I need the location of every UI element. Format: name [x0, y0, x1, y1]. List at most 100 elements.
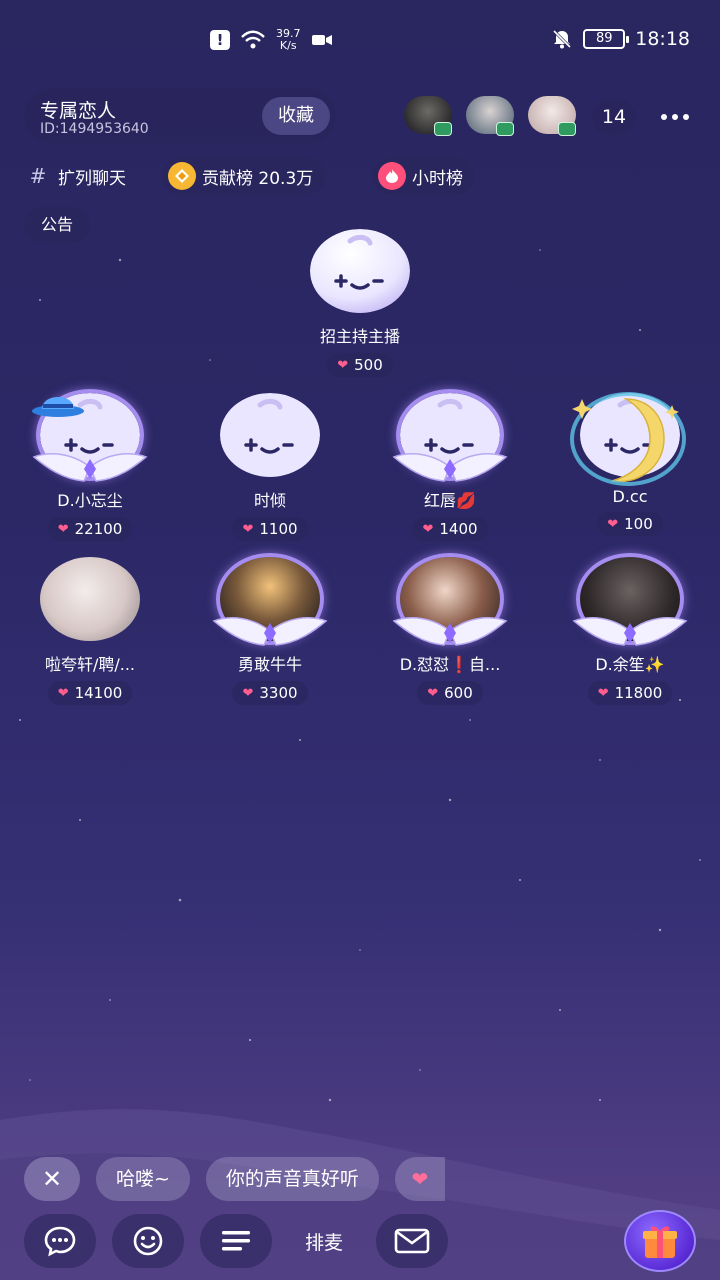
viewer-avatar[interactable] — [528, 96, 576, 136]
more-options-icon[interactable] — [650, 100, 700, 134]
mic-seat-8[interactable]: D.余笙✨ ❤ 11800 — [545, 553, 715, 705]
seat-score: ❤ 11800 — [587, 681, 673, 705]
seat-score: ❤ 1400 — [412, 517, 488, 541]
emoji-icon[interactable] — [112, 1214, 184, 1268]
seat-name: 勇敢牛牛 — [237, 655, 302, 674]
seat-score: ❤ 22100 — [47, 517, 133, 541]
favorite-button[interactable]: 收藏 — [262, 97, 330, 135]
battery-icon: 89 — [583, 29, 630, 49]
seat-score: ❤ 600 — [417, 681, 483, 705]
top-hat-icon — [32, 397, 84, 417]
mail-icon[interactable] — [376, 1214, 448, 1268]
online-count[interactable]: 14 — [592, 99, 636, 135]
heart-icon: ❤ — [607, 516, 619, 532]
mute-bell-icon — [553, 29, 572, 49]
mic-seat-2[interactable]: 时倾 ❤ 1100 — [185, 393, 355, 541]
seat-name: 红唇💋 — [424, 491, 476, 510]
quick-reply-bar: ✕ 哈喽~ 你的声音真好听 ❤ — [24, 1157, 445, 1201]
alert-icon: ! — [210, 30, 230, 50]
room-tag[interactable]: # 扩列聊天 — [24, 157, 138, 195]
seat-score-value: 14100 — [74, 684, 123, 702]
seat-avatar-frame — [212, 553, 328, 647]
heart-icon: ❤ — [57, 685, 69, 701]
seat-name: 招主持主播 — [319, 327, 400, 346]
diamond-icon — [168, 162, 196, 190]
contribution-rank-button[interactable]: 贡献榜 20.3万 — [162, 157, 326, 195]
mic-seat-1[interactable]: D.小忘尘 ❤ 22100 — [5, 389, 175, 541]
quick-reply-hello[interactable]: 哈喽~ — [96, 1157, 190, 1201]
mic-seat-3[interactable]: 红唇💋 ❤ 1400 — [365, 389, 535, 541]
seat-avatar-frame — [308, 229, 412, 319]
status-center: ! 39.7 K/s — [210, 28, 333, 52]
seat-score-value: 600 — [444, 684, 473, 702]
bottom-toolbar: 排麦 — [24, 1210, 696, 1272]
viewer-avatar[interactable] — [466, 96, 514, 136]
seat-avatar-frame — [392, 389, 508, 483]
empty-seat-mascot-icon — [220, 393, 320, 477]
seat-name: D.余笙✨ — [595, 655, 665, 674]
status-bar: ! 39.7 K/s 89 18:18 — [0, 0, 720, 86]
host-seat[interactable]: 招主持主播 ❤ 500 — [275, 229, 445, 377]
status-right: 89 18:18 — [551, 28, 690, 50]
net-speed-unit: K/s — [279, 39, 297, 52]
seat-avatar-frame — [572, 553, 688, 647]
seat-avatar-frame — [392, 553, 508, 647]
battery-level: 89 — [595, 31, 613, 46]
mic-seat-5[interactable]: 啦夸轩/聘/... ❤ 14100 — [5, 557, 175, 705]
chat-bubble-icon[interactable] — [24, 1214, 96, 1268]
level-badge-icon — [496, 122, 514, 136]
wifi-icon — [241, 30, 265, 49]
heart-icon: ❤ — [337, 357, 349, 373]
room-id: ID:1494953640 — [40, 121, 149, 137]
flame-icon — [378, 162, 406, 190]
quick-reply-nice-voice[interactable]: 你的声音真好听 — [205, 1157, 379, 1201]
room-info[interactable]: 专属恋人 ID:1494953640 收藏 — [24, 88, 336, 144]
seat-score-value: 11800 — [614, 684, 663, 702]
heart-icon: ❤ — [57, 521, 69, 537]
seat-score: ❤ 500 — [327, 353, 393, 377]
online-viewers[interactable] — [404, 96, 576, 136]
hashtag-icon: # — [29, 164, 47, 188]
viewer-avatar[interactable] — [404, 96, 452, 136]
seat-score-value: 1100 — [259, 520, 298, 538]
seat-score: ❤ 14100 — [47, 681, 133, 705]
room-tag-label: 扩列聊天 — [58, 168, 126, 189]
seat-avatar-frame — [570, 392, 686, 486]
hourly-rank-button[interactable]: 小时榜 — [372, 157, 475, 195]
angel-wings-icon — [572, 617, 688, 646]
mic-seat-4[interactable]: D.cc ❤ 100 — [545, 392, 715, 536]
seat-score-value: 1400 — [439, 520, 478, 538]
queue-mic-button[interactable]: 排麦 — [288, 1214, 360, 1268]
angel-wings-icon — [392, 617, 508, 646]
close-icon[interactable]: ✕ — [24, 1157, 80, 1201]
mic-seat-6[interactable]: 勇敢牛牛 ❤ 3300 — [185, 553, 355, 705]
mic-seat-7[interactable]: D.怼怼❗自... ❤ 600 — [365, 553, 535, 705]
gift-icon[interactable] — [624, 1210, 696, 1272]
seat-avatar-frame — [218, 393, 322, 483]
notice-button[interactable]: 公告 — [24, 207, 90, 243]
level-badge-icon — [558, 122, 576, 136]
video-icon — [311, 35, 332, 45]
moon-frame-icon — [570, 392, 686, 486]
seat-score-value: 500 — [354, 356, 383, 374]
contribution-rank-label: 贡献榜 20.3万 — [202, 168, 314, 189]
heart-icon: ❤ — [242, 685, 254, 701]
seat-avatar-frame — [38, 557, 142, 647]
seat-name: D.cc — [612, 487, 648, 506]
seat-score-value: 22100 — [74, 520, 123, 538]
clock: 18:18 — [635, 28, 690, 50]
seat-name: D.怼怼❗自... — [399, 655, 501, 674]
heart-icon: ❤ — [597, 685, 609, 701]
heart-icon[interactable]: ❤ — [394, 1157, 445, 1201]
angel-wings-icon — [392, 453, 508, 482]
seat-score: ❤ 3300 — [232, 681, 308, 705]
hourly-rank-label: 小时榜 — [412, 168, 463, 189]
seat-score-value: 100 — [624, 515, 653, 533]
user-avatar — [40, 557, 140, 641]
seat-name: 啦夸轩/聘/... — [44, 655, 136, 674]
seat-score: ❤ 100 — [597, 512, 663, 536]
seat-score-value: 3300 — [259, 684, 298, 702]
seat-name: D.小忘尘 — [57, 491, 123, 510]
menu-icon[interactable] — [200, 1214, 272, 1268]
network-speed: 39.7 K/s — [276, 28, 301, 52]
